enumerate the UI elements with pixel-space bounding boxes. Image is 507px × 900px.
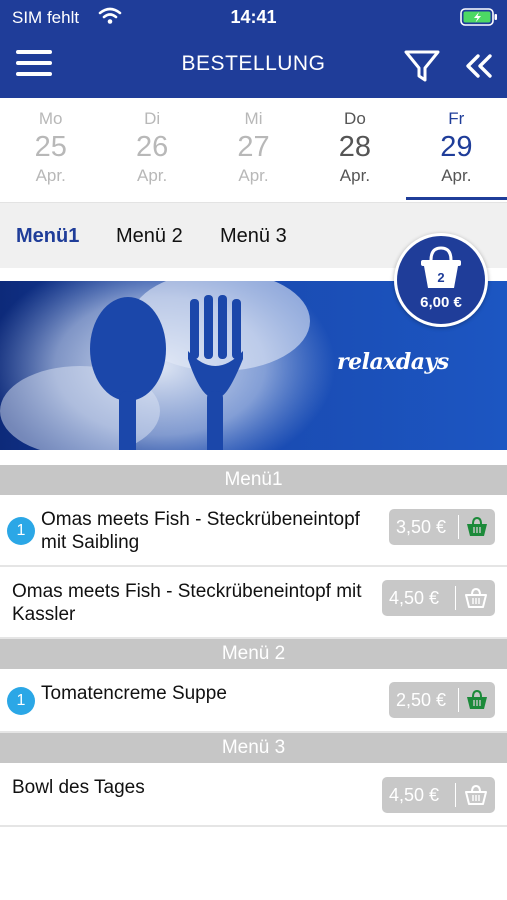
cart-button[interactable]: 2 6,00 €	[394, 233, 488, 327]
day-number: 29	[440, 131, 473, 163]
status-bar: SIM fehlt 14:41	[0, 0, 507, 36]
tab-menue3[interactable]: Menü 3	[220, 225, 287, 248]
add-to-cart-button[interactable]: 4,50 €	[382, 580, 495, 616]
item-name: Omas meets Fish - Steckrübeneintopf mit …	[12, 581, 362, 625]
list-item[interactable]: Bowl des Tages 4,50 €	[0, 763, 507, 827]
basket-icon	[467, 516, 487, 536]
cart-count: 2	[437, 270, 445, 285]
double-chevron-left-icon[interactable]	[462, 50, 496, 82]
add-to-cart-button[interactable]: 2,50 €	[389, 682, 495, 718]
day-month: Apr.	[35, 166, 66, 185]
day-month: Apr.	[339, 166, 371, 185]
brand-logo: relaxdays	[337, 349, 449, 375]
item-name: Omas meets Fish - Steckrübeneintopf mit …	[41, 509, 360, 553]
list-item[interactable]: 1 Tomatencreme Suppe 2,50 €	[0, 669, 507, 733]
day-tab-mo[interactable]: Mo 25 Apr.	[0, 98, 101, 202]
day-month: Apr.	[441, 166, 472, 185]
add-to-cart-button[interactable]: 4,50 €	[382, 777, 495, 813]
quantity-badge: 1	[7, 517, 35, 545]
day-number: 28	[338, 131, 372, 163]
day-month: Apr.	[136, 166, 168, 185]
day-number: 25	[34, 131, 67, 163]
basket-icon	[467, 689, 487, 709]
day-weekday: Di	[144, 109, 161, 128]
item-price: 2,50 €	[396, 690, 447, 710]
tab-menue1[interactable]: Menü1	[16, 225, 79, 248]
day-tab-do[interactable]: Do 28 Apr.	[304, 98, 405, 202]
battery-icon	[460, 8, 497, 26]
cart-total: 6,00 €	[420, 294, 462, 311]
section-header: Menü1	[0, 465, 507, 495]
day-month: Apr.	[238, 166, 269, 185]
item-price: 4,50 €	[389, 588, 440, 608]
tab-menue2[interactable]: Menü 2	[116, 225, 183, 248]
section-header: Menü 3	[0, 733, 507, 763]
day-weekday: Mo	[38, 109, 63, 128]
add-to-cart-button[interactable]: 3,50 €	[389, 509, 495, 545]
day-weekday: Fr	[448, 109, 465, 128]
day-tab-di[interactable]: Di 26 Apr.	[101, 98, 202, 202]
item-price: 4,50 €	[389, 785, 440, 805]
day-number: 27	[237, 131, 270, 163]
item-name: Tomatencreme Suppe	[41, 683, 227, 704]
basket-icon	[465, 784, 487, 805]
section-header: Menü 2	[0, 639, 507, 669]
list-item[interactable]: 1 Omas meets Fish - Steckrübeneintopf mi…	[0, 495, 507, 567]
day-weekday: Mi	[244, 109, 263, 128]
day-number: 26	[135, 131, 169, 163]
quantity-badge: 1	[7, 687, 35, 715]
header-bar: BESTELLUNG	[0, 36, 507, 98]
date-selector: Mo 25 Apr. Di 26 Apr. Mi 27 Apr. Do 28 A…	[0, 98, 507, 202]
day-tab-fr[interactable]: Fr 29 Apr.	[405, 98, 507, 202]
list-item[interactable]: Omas meets Fish - Steckrübeneintopf mit …	[0, 567, 507, 639]
day-tab-mi[interactable]: Mi 27 Apr.	[203, 98, 304, 202]
day-weekday: Do	[344, 109, 366, 128]
item-name: Bowl des Tages	[12, 777, 145, 798]
basket-icon	[465, 587, 487, 608]
clock: 14:41	[230, 7, 277, 27]
item-price: 3,50 €	[396, 517, 447, 537]
filter-icon[interactable]	[402, 46, 442, 86]
